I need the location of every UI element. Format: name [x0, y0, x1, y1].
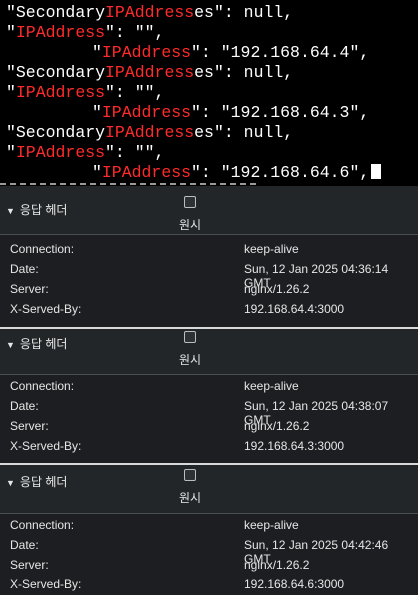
header-row: Server: nginx/1.26.2: [0, 280, 418, 300]
header-row: Connection: keep-alive: [0, 240, 418, 260]
header-value: keep-alive: [244, 518, 299, 532]
header-key: Server:: [10, 419, 49, 433]
terminal-line: "IPAddress": "",: [6, 23, 165, 42]
raw-label[interactable]: 원시: [179, 351, 201, 368]
header-key: Server:: [10, 558, 49, 572]
header-row: Date: Sun, 12 Jan 2025 04:36:14 GMT: [0, 260, 418, 290]
raw-checkbox[interactable]: [184, 331, 196, 343]
header-key: X-Served-By:: [10, 302, 82, 316]
caret-down-icon: ▼: [6, 478, 15, 488]
terminal-line: "IPAddress": "192.168.64.6",: [92, 163, 382, 183]
response-headers-toggle[interactable]: ▼ 응답 헤더 원시: [0, 329, 418, 374]
header-value: 192.168.64.3:3000: [244, 439, 345, 453]
terminal-cursor: [371, 164, 382, 179]
header-value: nginx/1.26.2: [244, 419, 310, 433]
header-row: Connection: keep-alive: [0, 516, 418, 536]
response-headers-toggle[interactable]: ▼ 응답 헤더 원시: [0, 465, 418, 513]
header-row: Server: nginx/1.26.2: [0, 556, 418, 576]
raw-checkbox[interactable]: [184, 196, 196, 208]
header-key: Connection:: [10, 242, 75, 256]
caret-down-icon: ▼: [6, 206, 15, 216]
clipped-line-edge: [0, 183, 260, 185]
header-key: Connection:: [10, 379, 75, 393]
header-value: nginx/1.26.2: [244, 558, 310, 572]
header-key: Server:: [10, 282, 49, 296]
raw-label[interactable]: 원시: [179, 216, 201, 233]
caret-down-icon: ▼: [6, 340, 15, 350]
header-row: Connection: keep-alive: [0, 377, 418, 397]
header-row: Date: Sun, 12 Jan 2025 04:38:07 GMT: [0, 397, 418, 427]
header-value: keep-alive: [244, 242, 299, 256]
terminal-line: "IPAddress": "",: [6, 83, 165, 102]
header-row: Server: nginx/1.26.2: [0, 417, 418, 437]
terminal-line: "IPAddress": "192.168.64.3",: [92, 103, 370, 122]
response-headers-panel: ▼ 응답 헤더 원시 Connection: keep-alive Date: Sun…: [0, 465, 418, 595]
header-key: Date:: [10, 262, 39, 276]
header-key: X-Served-By:: [10, 439, 82, 453]
terminal-line: "IPAddress": "",: [6, 143, 165, 162]
response-headers-panels: ▼ 응답 헤더 원시 Connection: keep-alive Date: Sun…: [0, 186, 418, 595]
response-headers-toggle[interactable]: ▼ 응답 헤더 원시: [0, 186, 418, 234]
terminal-line: "SecondaryIPAddresses": null,: [6, 63, 294, 82]
panel-title: 응답 헤더: [19, 203, 68, 217]
header-value: keep-alive: [244, 379, 299, 393]
header-value: 192.168.64.4:3000: [244, 302, 345, 316]
panel-title: 응답 헤더: [19, 337, 68, 351]
response-headers-panel: ▼ 응답 헤더 원시 Connection: keep-alive Date: Sun…: [0, 186, 418, 327]
header-key: Connection:: [10, 518, 75, 532]
panel-title: 응답 헤더: [19, 475, 68, 489]
headers-list: Connection: keep-alive Date: Sun, 12 Jan 2…: [0, 375, 418, 463]
header-row: X-Served-By: 192.168.64.4:3000: [0, 300, 418, 320]
terminal-output: "SecondaryIPAddresses": null, "IPAddress…: [0, 0, 418, 185]
headers-list: Connection: keep-alive Date: Sun, 12 Jan 2…: [0, 235, 418, 327]
header-key: Date:: [10, 399, 39, 413]
header-key: X-Served-By:: [10, 577, 82, 591]
terminal-line: "SecondaryIPAddresses": null,: [6, 123, 294, 142]
terminal-line: "SecondaryIPAddresses": null,: [6, 3, 294, 22]
header-value: 192.168.64.6:3000: [244, 577, 345, 591]
header-row: X-Served-By: 192.168.64.6:3000: [0, 575, 418, 595]
header-row: X-Served-By: 192.168.64.3:3000: [0, 437, 418, 457]
raw-label[interactable]: 원시: [179, 489, 201, 506]
response-headers-panel: ▼ 응답 헤더 원시 Connection: keep-alive Date: Sun…: [0, 329, 418, 463]
header-row: Date: Sun, 12 Jan 2025 04:42:46 GMT: [0, 536, 418, 566]
header-key: Date:: [10, 538, 39, 552]
headers-list: Connection: keep-alive Date: Sun, 12 Jan 2…: [0, 514, 418, 595]
header-value: nginx/1.26.2: [244, 282, 310, 296]
terminal-line: "IPAddress": "192.168.64.4",: [92, 43, 370, 62]
raw-checkbox[interactable]: [184, 469, 196, 481]
